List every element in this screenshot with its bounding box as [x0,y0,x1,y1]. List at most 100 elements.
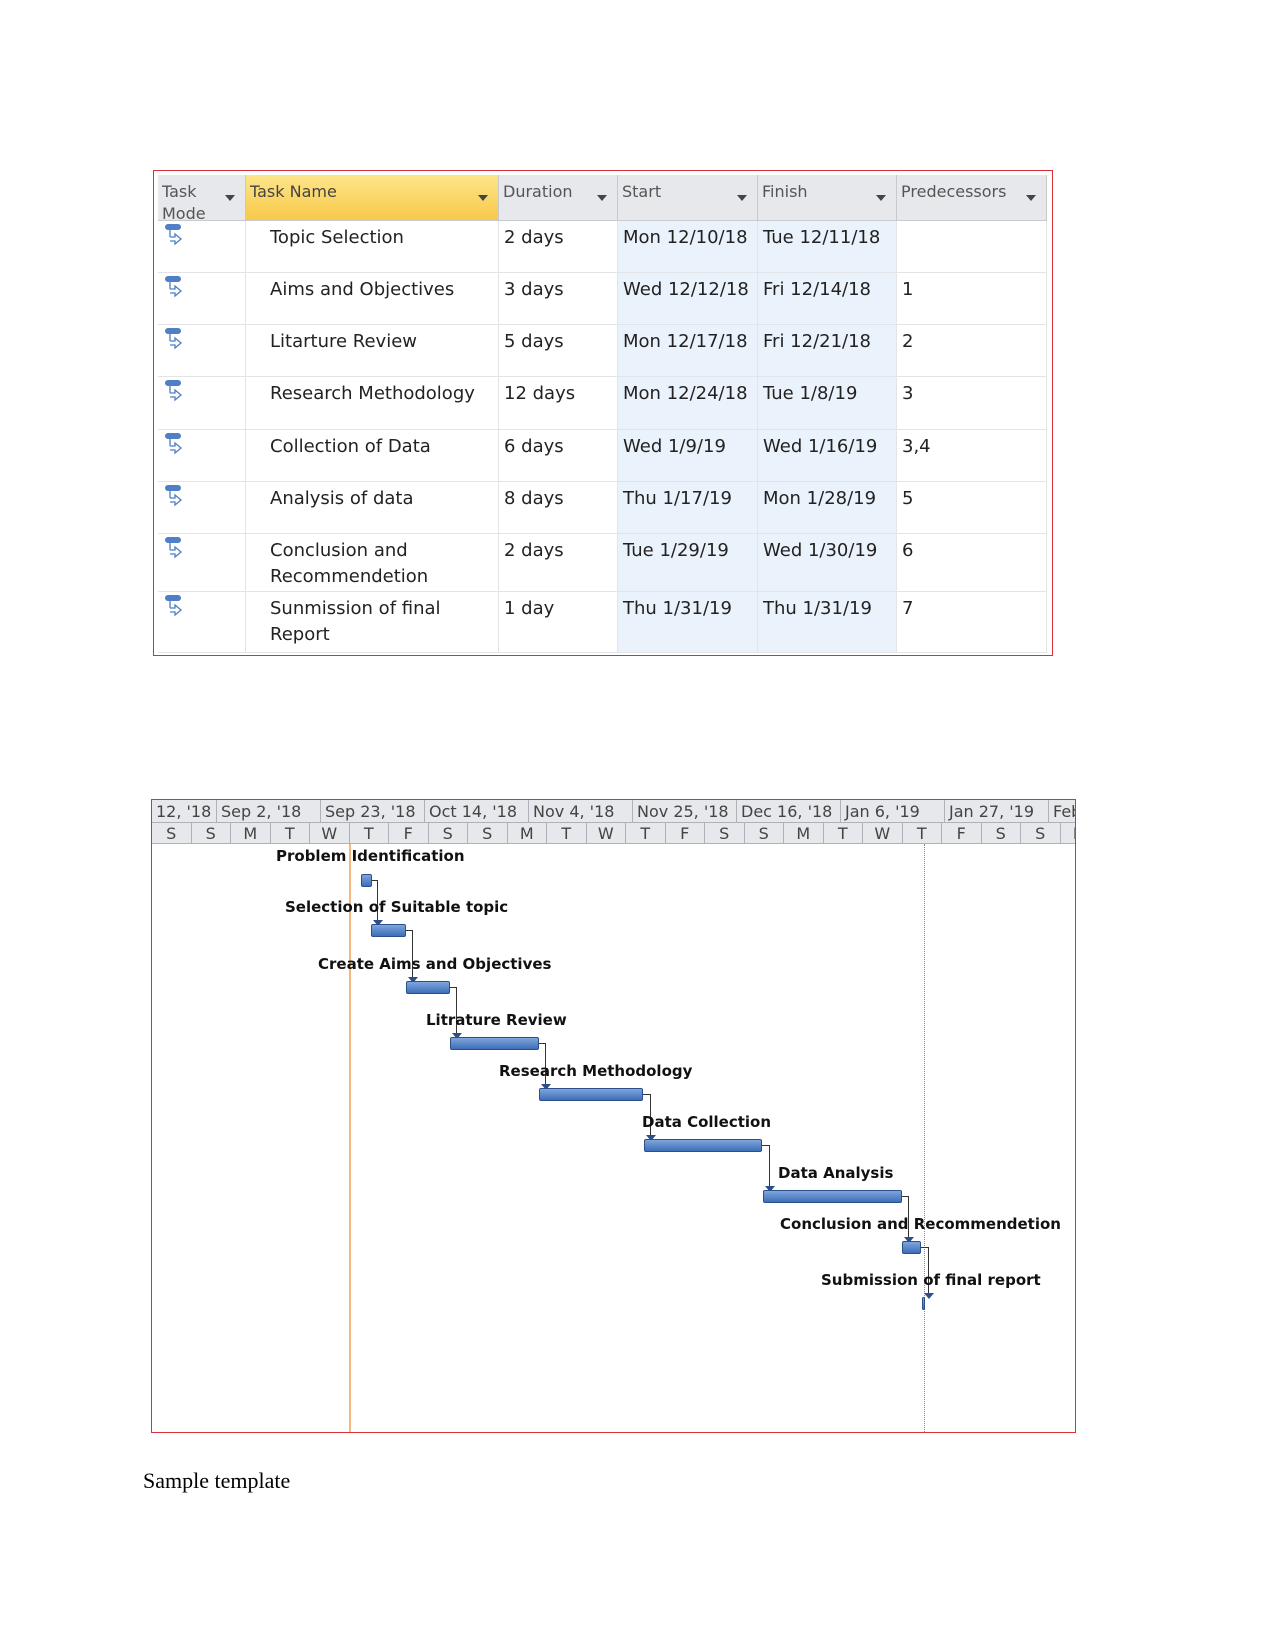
cell-name: Collection of Data [246,430,499,482]
task-mode-cell [158,534,246,592]
cell-name: Conclusion and Recommendetion [246,534,499,592]
task-mode-cell [158,430,246,482]
auto-scheduled-task-icon [164,594,184,617]
timescale-day-10: T [547,823,587,844]
timescale-day-0: S [152,823,192,844]
column-header-label: Task Name [250,182,337,201]
dropdown-arrow-icon[interactable] [225,195,235,201]
cell-start: Thu 1/17/19 [618,482,758,534]
cell-finish: Wed 1/16/19 [758,430,897,482]
dropdown-arrow-icon[interactable] [737,195,747,201]
gantt-bar[interactable] [406,981,450,994]
dropdown-arrow-icon[interactable] [1026,195,1036,201]
gantt-bar[interactable] [644,1139,762,1152]
timescale-top-5: Nov 25, '18 [633,800,737,823]
cell-pred: 1 [897,273,1047,325]
timescale-day-16: M [784,823,824,844]
column-header-task-mode[interactable]: Task Mode [158,175,246,223]
column-header-label: Task Mode [162,182,206,223]
cell-finish: Mon 1/28/19 [758,482,897,534]
cell-name: Litarture Review [246,325,499,377]
timescale-day-21: S [981,823,1021,844]
cell-finish: Fri 12/21/18 [758,325,897,377]
timescale-day-2: M [231,823,271,844]
auto-scheduled-task-icon [164,536,184,559]
gantt-bar[interactable] [763,1190,902,1203]
timescale-day-13: F [665,823,705,844]
cell-finish: Wed 1/30/19 [758,534,897,592]
gantt-task-label: Create Aims and Objectives [318,955,552,973]
timescale-day-15: S [744,823,784,844]
gantt-bar[interactable] [902,1241,921,1254]
timescale-day-19: T [902,823,942,844]
cell-duration: 6 days [499,430,618,482]
dropdown-arrow-icon[interactable] [876,195,886,201]
cell-name: Analysis of data [246,482,499,534]
gantt-bar[interactable] [539,1088,643,1101]
column-header-duration[interactable]: Duration [499,175,618,221]
timescale-day-9: M [507,823,547,844]
timescale-day-4: W [310,823,350,844]
timescale-top-1: Sep 2, '18 [217,800,321,823]
timescale-top-6: Dec 16, '18 [737,800,841,823]
cell-start: Thu 1/31/19 [618,592,758,653]
cell-name: Research Methodology [246,377,499,430]
task-mode-cell [158,221,246,273]
column-header-finish[interactable]: Finish [758,175,897,221]
cell-pred: 2 [897,325,1047,377]
cell-name: Topic Selection [246,221,499,273]
cell-start: Tue 1/29/19 [618,534,758,592]
timescale-day-12: T [626,823,666,844]
cell-finish: Fri 12/14/18 [758,273,897,325]
cell-duration: 2 days [499,534,618,592]
gantt-bar[interactable] [361,874,372,887]
timescale-day-8: S [468,823,508,844]
cell-start: Mon 12/17/18 [618,325,758,377]
timescale-day-23: M [1060,823,1075,844]
column-header-label: Start [622,182,662,201]
dropdown-arrow-icon[interactable] [478,195,488,201]
cell-pred [897,221,1047,273]
timescale-top-0: 12, '18 [152,800,217,823]
cell-finish: Tue 12/11/18 [758,221,897,273]
timescale-day-3: T [270,823,310,844]
task-mode-cell [158,482,246,534]
timescale-day-1: S [191,823,231,844]
timescale-day-5: T [349,823,389,844]
cell-start: Wed 1/9/19 [618,430,758,482]
timescale-top-7: Jan 6, '19 [841,800,945,823]
cell-duration: 1 day [499,592,618,653]
gantt-bar[interactable] [922,1297,925,1310]
timescale-day-6: F [389,823,429,844]
cell-start: Wed 12/12/18 [618,273,758,325]
gantt-task-label: Data Analysis [778,1164,894,1182]
auto-scheduled-task-icon [164,379,184,402]
timescale-top-4: Nov 4, '18 [529,800,633,823]
gantt-bar[interactable] [371,924,406,937]
cell-name: Aims and Objectives [246,273,499,325]
timescale-day-11: W [586,823,626,844]
dropdown-arrow-icon[interactable] [597,195,607,201]
gantt-bar[interactable] [450,1037,539,1050]
column-header-label: Duration [503,182,573,201]
task-mode-cell [158,377,246,430]
column-header-task-name[interactable]: Task Name [246,175,499,221]
column-header-predecessors[interactable]: Predecessors [897,175,1047,221]
cell-pred: 5 [897,482,1047,534]
task-mode-cell [158,273,246,325]
dependency-arrow-icon [924,1293,934,1299]
task-table: Task Mode Task Name Duration Start Finish Pre… [153,170,1053,656]
cell-pred: 6 [897,534,1047,592]
gantt-task-label: Litrature Review [426,1011,567,1029]
timescale-top-9: Feb [1049,800,1075,823]
cell-start: Mon 12/10/18 [618,221,758,273]
status-date-line [924,844,925,1432]
auto-scheduled-task-icon [164,484,184,507]
gantt-task-label: Submission of final report [821,1271,1041,1289]
document-page: Task Mode Task Name Duration Start Finish Pre… [0,0,1275,1651]
timescale-day-18: W [863,823,903,844]
column-header-start[interactable]: Start [618,175,758,221]
gantt-task-label: Conclusion and Recommendetion [780,1215,1061,1233]
cell-duration: 3 days [499,273,618,325]
timescale-top-2: Sep 23, '18 [321,800,425,823]
